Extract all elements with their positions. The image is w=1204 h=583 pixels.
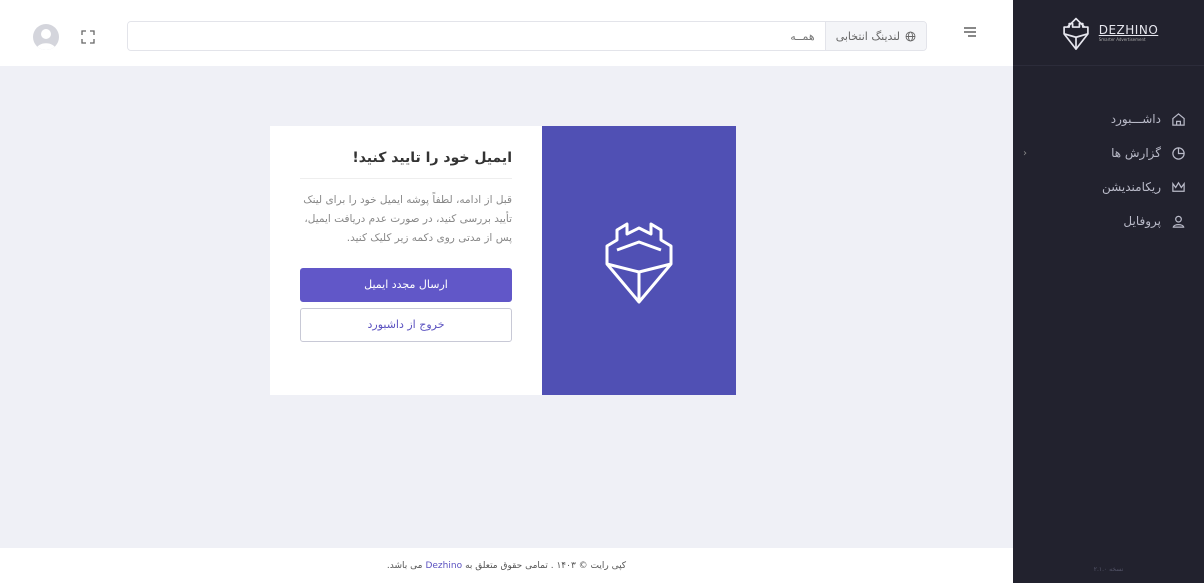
tower-logo-icon: [605, 222, 673, 303]
resend-email-button[interactable]: ارسال مجدد ایمیل: [300, 268, 512, 302]
brand-link[interactable]: Dezhino: [425, 561, 462, 571]
footer: کپی رایت © ۱۴۰۳ . تمامی حقوق متعلق به De…: [0, 548, 1013, 583]
landing-selector[interactable]: لندینگ انتخابی: [824, 22, 926, 50]
sidebar-item-label: داشـــبورد: [1110, 112, 1161, 126]
chart-pie-icon: [1172, 146, 1185, 160]
sidebar-item-reports[interactable]: گزارش ها ‹: [1013, 136, 1204, 170]
menu-toggle-icon[interactable]: [962, 24, 978, 40]
logout-button[interactable]: خروج از داشبورد: [300, 308, 512, 342]
logo-icon: [1062, 17, 1089, 50]
copyright-suffix: می باشد.: [386, 560, 423, 571]
user-avatar-icon: [36, 29, 56, 50]
brand-logo[interactable]: DEZHINO Smarter Advertisement: [1013, 0, 1204, 66]
sidebar-item-label: ریکامندیشن: [1102, 180, 1161, 194]
avatar[interactable]: [33, 24, 59, 50]
top-header: لندینگ انتخابی: [0, 0, 1013, 66]
version-label: نسخه ۲.۱.۰: [1093, 566, 1124, 573]
brand-tagline: Smarter Advertisement: [1098, 36, 1146, 42]
sidebar-item-label: پروفایل: [1123, 214, 1161, 228]
user-icon: [1172, 215, 1185, 228]
sidebar-item-recommendation[interactable]: ریکامندیشن: [1013, 170, 1204, 204]
landing-search-input[interactable]: [128, 22, 825, 50]
globe-icon: [905, 31, 916, 41]
fullscreen-icon[interactable]: [80, 29, 96, 45]
copyright-text: کپی رایت © ۱۴۰۳ . تمامی حقوق متعلق به: [465, 560, 627, 571]
landing-selector-label: لندینگ انتخابی: [835, 29, 900, 43]
home-icon: [1172, 112, 1185, 126]
verify-email-card: ایمیل خود را تایید کنید! قبل از ادامه، ل…: [270, 126, 736, 395]
card-title: ایمیل خود را تایید کنید!: [300, 150, 512, 179]
sidebar-item-profile[interactable]: پروفایل: [1013, 204, 1204, 238]
verify-email-content: ایمیل خود را تایید کنید! قبل از ادامه، ل…: [270, 126, 542, 395]
card-description: قبل از ادامه، لطفاً پوشه ایمیل خود را بر…: [303, 194, 512, 244]
sidebar: DEZHINO Smarter Advertisement داشـــبورد…: [1013, 0, 1204, 583]
sidebar-item-label: گزارش ها: [1111, 146, 1161, 160]
brand-name: DEZHINO: [1098, 22, 1159, 37]
crown-icon: [1172, 181, 1185, 192]
chevron-left-icon[interactable]: ‹: [1023, 148, 1027, 159]
card-banner: [542, 126, 736, 395]
sidebar-nav: داشـــبورد گزارش ها ‹ ریکامندیشن پروفایل: [1013, 102, 1204, 238]
sidebar-item-dashboard[interactable]: داشـــبورد: [1013, 102, 1204, 136]
landing-search-bar: لندینگ انتخابی: [127, 21, 927, 51]
